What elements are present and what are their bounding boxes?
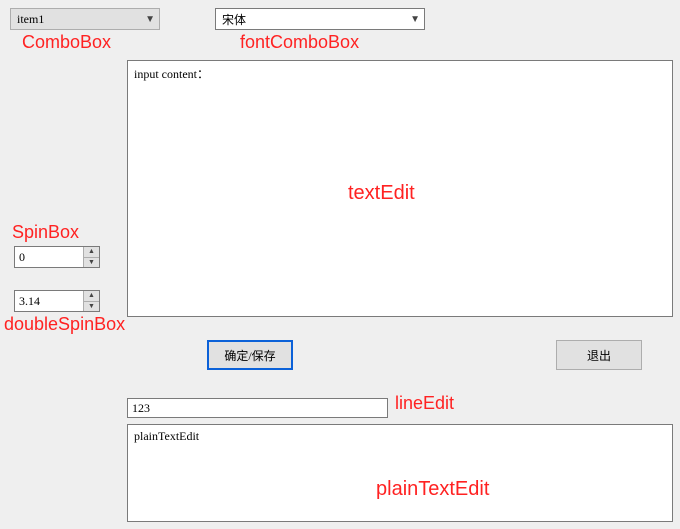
exit-button-label: 退出 xyxy=(587,347,611,364)
annotation-font-combo-box: fontComboBox xyxy=(240,32,359,53)
spin-up-icon[interactable]: ▲ xyxy=(84,247,99,257)
annotation-combo-box: ComboBox xyxy=(22,32,111,53)
spin-down-icon[interactable]: ▼ xyxy=(84,301,99,312)
ok-save-button[interactable]: 确定/保存 xyxy=(207,340,293,370)
text-edit-content: input content： xyxy=(134,67,209,81)
chevron-down-icon: ▼ xyxy=(145,14,155,25)
font-combo-box[interactable]: 宋体 ▼ xyxy=(215,8,425,30)
annotation-spin-box: SpinBox xyxy=(12,222,79,243)
combo-box[interactable]: item1 ▼ xyxy=(10,8,160,30)
line-edit-value: 123 xyxy=(132,401,150,416)
exit-button[interactable]: 退出 xyxy=(556,340,642,370)
double-spin-box[interactable]: 3.14 ▲ ▼ xyxy=(14,290,100,312)
annotation-double-spin-box: doubleSpinBox xyxy=(4,314,125,335)
annotation-line-edit: lineEdit xyxy=(395,393,454,414)
text-edit[interactable]: input content： xyxy=(127,60,673,317)
font-combo-box-value: 宋体 xyxy=(222,11,410,28)
ok-save-button-label: 确定/保存 xyxy=(224,347,275,364)
plain-text-edit-content: plainTextEdit xyxy=(134,429,199,443)
line-edit[interactable]: 123 xyxy=(127,398,388,418)
plain-text-edit[interactable]: plainTextEdit xyxy=(127,424,673,522)
spin-box[interactable]: 0 ▲ ▼ xyxy=(14,246,100,268)
chevron-down-icon: ▼ xyxy=(410,14,420,25)
combo-box-value: item1 xyxy=(17,12,145,27)
double-spin-box-value: 3.14 xyxy=(15,291,83,311)
spin-box-value: 0 xyxy=(15,247,83,267)
spin-down-icon[interactable]: ▼ xyxy=(84,257,99,268)
spin-up-icon[interactable]: ▲ xyxy=(84,291,99,301)
